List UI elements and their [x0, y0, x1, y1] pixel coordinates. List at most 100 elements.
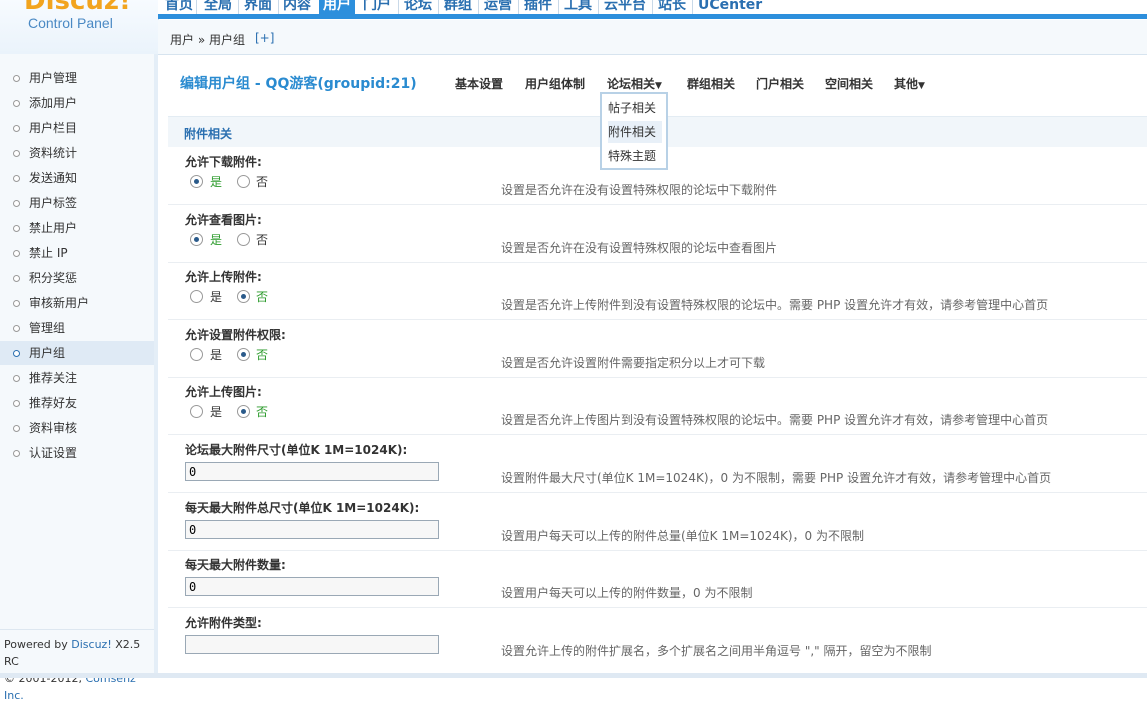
radio-yes[interactable] [190, 290, 203, 303]
bullet-icon [13, 100, 20, 107]
sidebar-item-label: 用户栏目 [29, 121, 78, 135]
radio-yes-label[interactable]: 是 [210, 403, 222, 420]
nav-separator [398, 0, 399, 14]
setting-row: 每天最大附件数量: 设置用户每天可以上传的附件数量，0 为不限制 [168, 550, 1147, 608]
tab-group-related[interactable]: 群组相关 [687, 75, 735, 92]
setting-label: 每天最大附件总尺寸(单位K 1M=1024K): [185, 501, 420, 515]
setting-description: 设置允许上传的附件扩展名，多个扩展名之间用半角逗号 "," 隔开，留空为不限制 [501, 644, 932, 658]
sidebar: 用户管理 添加用户 用户栏目 资料统计 发送通知 用户标签 禁止用户 禁止 IP… [0, 54, 158, 702]
tab-basic-settings[interactable]: 基本设置 [455, 75, 503, 92]
radio-no[interactable] [237, 233, 250, 246]
nav-separator [478, 0, 479, 14]
setting-label: 允许上传图片: [185, 385, 262, 399]
sidebar-item-ban-ip[interactable]: 禁止 IP [0, 241, 154, 265]
sidebar-item-user-groups[interactable]: 用户组 [0, 341, 154, 365]
sidebar-item-user-tags[interactable]: 用户标签 [0, 191, 154, 215]
sidebar-item-label: 添加用户 [29, 96, 78, 110]
setting-row: 论坛最大附件尺寸(单位K 1M=1024K): 设置附件最大尺寸(单位K 1M=… [168, 435, 1147, 493]
sidebar-item-moderate-users[interactable]: 审核新用户 [0, 291, 154, 315]
sidebar-item-label: 用户组 [29, 346, 66, 360]
radio-yes[interactable] [190, 233, 203, 246]
bullet-icon [13, 150, 20, 157]
tab-forum-related[interactable]: 论坛相关▼ [607, 75, 662, 92]
sidebar-item-recommend-friends[interactable]: 推荐好友 [0, 391, 154, 415]
dropdown-item-posts[interactable]: 帖子相关 [608, 97, 662, 119]
setting-description: 设置是否允许设置附件需要指定积分以上才可下载 [501, 356, 766, 370]
nav-separator [558, 0, 559, 14]
dropdown-item-special-threads[interactable]: 特殊主题 [608, 145, 662, 167]
sidebar-item-verify-settings[interactable]: 认证设置 [0, 441, 154, 465]
radio-yes[interactable] [190, 405, 203, 418]
tab-space-related[interactable]: 空间相关 [825, 75, 873, 92]
main-content: 编辑用户组 - QQ游客(groupid:21) 基本设置 用户组体制 论坛相关… [168, 54, 1147, 678]
sidebar-item-credit-rewards[interactable]: 积分奖惩 [0, 266, 154, 290]
radio-yes-label[interactable]: 是 [210, 231, 222, 248]
powered-brand-link[interactable]: Discuz! [71, 638, 111, 651]
dropdown-item-attachments[interactable]: 附件相关 [608, 121, 662, 143]
setting-row: 允许附件类型: 设置允许上传的附件扩展名，多个扩展名之间用半角逗号 "," 隔开… [168, 608, 1147, 668]
sidebar-item-add-user[interactable]: 添加用户 [0, 91, 154, 115]
setting-row: 允许上传图片: 是 否 设置是否允许上传图片到没有设置特殊权限的论坛中。需要 P… [168, 377, 1147, 435]
setting-row: 每天最大附件总尺寸(单位K 1M=1024K): 设置用户每天可以上传的附件总量… [168, 493, 1147, 551]
caret-down-icon: ▼ [918, 81, 925, 91]
setting-row: 允许上传附件: 是 否 设置是否允许上传附件到没有设置特殊权限的论坛中。需要 P… [168, 262, 1147, 320]
sidebar-item-label: 发送通知 [29, 171, 78, 185]
bullet-icon [13, 275, 20, 282]
daily-attachment-count-input[interactable] [185, 577, 439, 596]
tab-portal-related[interactable]: 门户相关 [756, 75, 804, 92]
setting-label: 允许下载附件: [185, 155, 262, 169]
radio-no[interactable] [237, 290, 250, 303]
caret-down-icon: ▼ [655, 81, 662, 91]
radio-yes[interactable] [190, 348, 203, 361]
add-shortcut-button[interactable]: [+] [255, 31, 274, 45]
bullet-icon [13, 75, 20, 82]
bullet-icon [13, 250, 20, 257]
nav-underline [158, 14, 1147, 19]
breadcrumb[interactable]: 用户 » 用户组 [170, 31, 245, 48]
setting-description: 设置是否允许在没有设置特殊权限的论坛中下载附件 [501, 183, 778, 197]
sidebar-item-recommend-follow[interactable]: 推荐关注 [0, 366, 154, 390]
sidebar-item-user-management[interactable]: 用户管理 [0, 66, 154, 90]
bullet-icon [13, 450, 20, 457]
max-attachment-size-input[interactable] [185, 462, 439, 481]
sidebar-item-admin-groups[interactable]: 管理组 [0, 316, 154, 340]
radio-no-label[interactable]: 否 [256, 173, 268, 190]
powered-prefix: Powered by [4, 638, 72, 651]
bullet-icon [13, 375, 20, 382]
radio-yes[interactable] [190, 175, 203, 188]
sidebar-item-label: 管理组 [29, 321, 66, 335]
radio-yes-label[interactable]: 是 [210, 173, 222, 190]
bullet-icon [13, 350, 20, 357]
sidebar-item-label: 积分奖惩 [29, 271, 78, 285]
radio-no[interactable] [237, 348, 250, 361]
radio-no[interactable] [237, 175, 250, 188]
radio-yes-label[interactable]: 是 [210, 346, 222, 363]
nav-separator [692, 0, 693, 14]
nav-separator [238, 0, 239, 14]
setting-label: 每天最大附件数量: [185, 558, 286, 572]
tab-other[interactable]: 其他▼ [894, 75, 925, 92]
sidebar-item-send-notice[interactable]: 发送通知 [0, 166, 154, 190]
radio-no-label[interactable]: 否 [256, 231, 268, 248]
logo[interactable]: Discuz! Control Panel [0, 0, 159, 54]
sidebar-item-user-fields[interactable]: 用户栏目 [0, 116, 154, 140]
radio-no-label[interactable]: 否 [256, 403, 268, 420]
sidebar-item-profile-stats[interactable]: 资料统计 [0, 141, 154, 165]
sidebar-item-label: 用户标签 [29, 196, 78, 210]
bullet-icon [13, 300, 20, 307]
daily-attachment-total-input[interactable] [185, 520, 439, 539]
bullet-icon [13, 425, 20, 432]
bullet-icon [13, 125, 20, 132]
forum-related-dropdown: 帖子相关 附件相关 特殊主题 [600, 92, 668, 170]
setting-row: 允许查看图片: 是 否 设置是否允许在没有设置特殊权限的论坛中查看图片 [168, 205, 1147, 263]
radio-yes-label[interactable]: 是 [210, 288, 222, 305]
radio-no-label[interactable]: 否 [256, 288, 268, 305]
radio-no[interactable] [237, 405, 250, 418]
tab-group-system[interactable]: 用户组体制 [525, 75, 585, 92]
setting-description: 设置是否允许上传附件到没有设置特殊权限的论坛中。需要 PHP 设置允许才有效，请… [501, 298, 1049, 312]
radio-no-label[interactable]: 否 [256, 346, 268, 363]
bullet-icon [13, 325, 20, 332]
sidebar-item-ban-user[interactable]: 禁止用户 [0, 216, 154, 240]
attachment-types-input[interactable] [185, 635, 439, 654]
sidebar-item-profile-review[interactable]: 资料审核 [0, 416, 154, 440]
